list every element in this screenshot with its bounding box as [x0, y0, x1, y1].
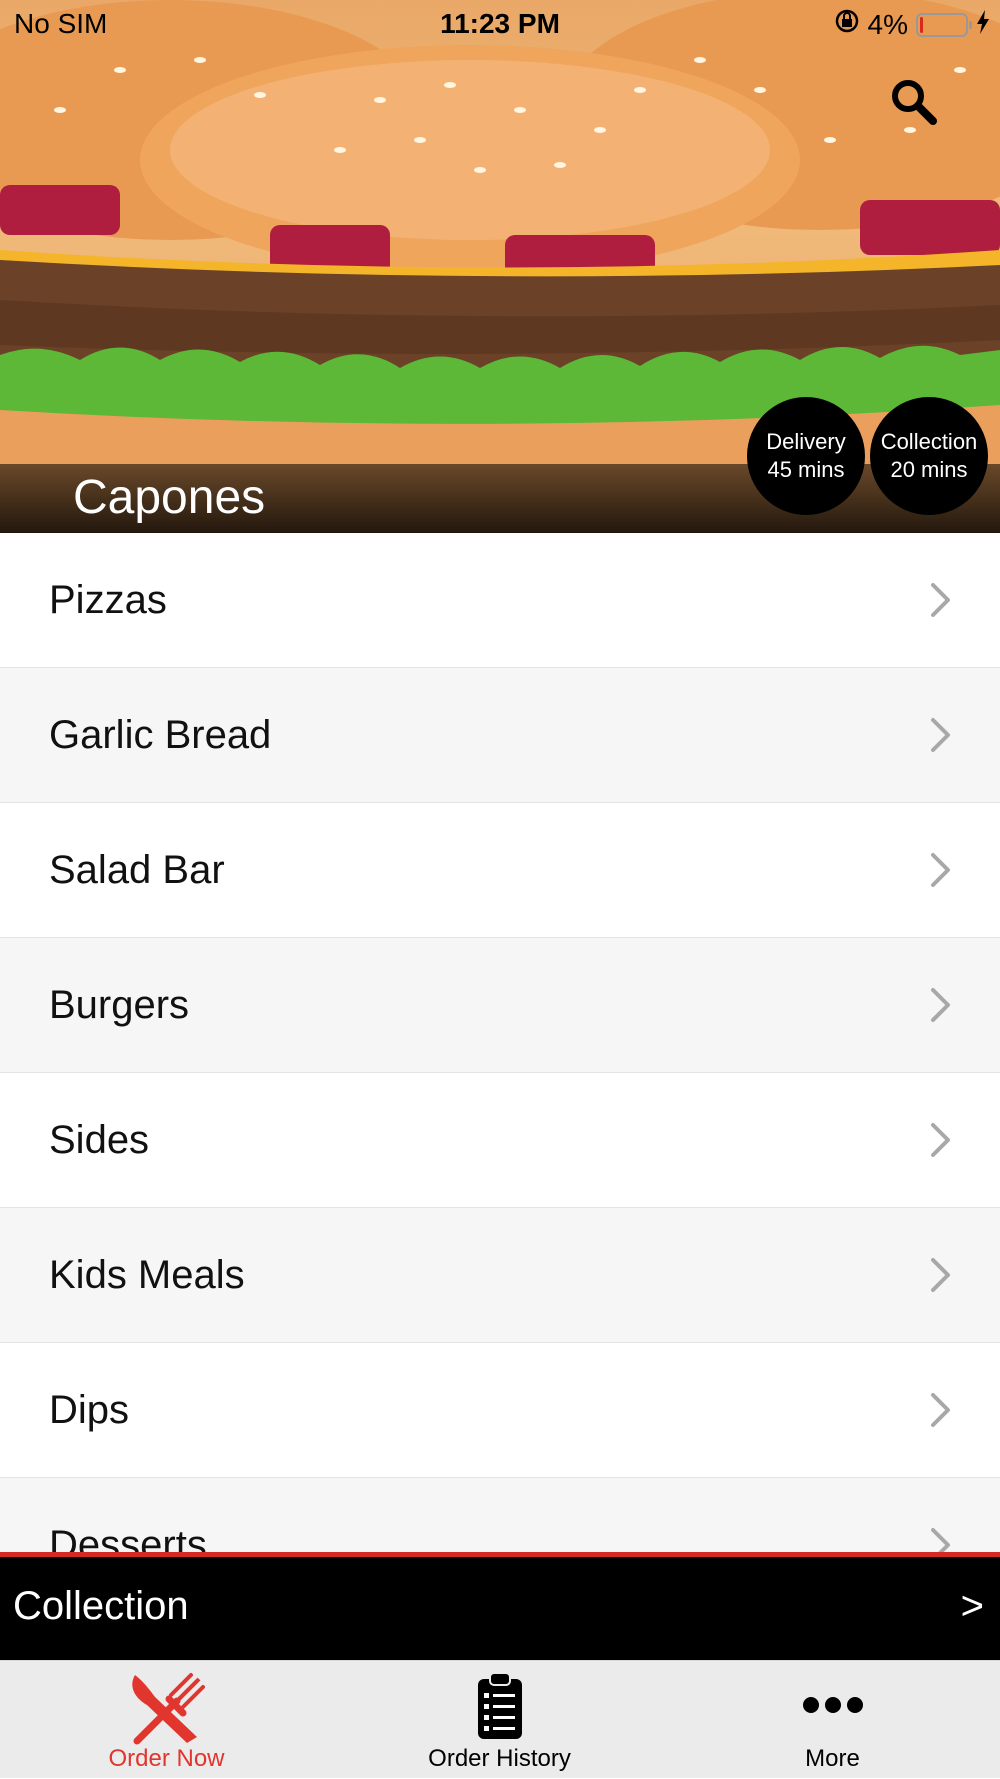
clipboard-list-icon	[477, 1672, 522, 1739]
tab-order-now[interactable]: Order Now	[0, 1661, 333, 1779]
chevron-right-icon	[931, 1258, 950, 1292]
chevron-right-icon	[931, 988, 950, 1022]
chevron-right-icon	[931, 583, 950, 617]
menu-item-pizzas[interactable]: Pizzas	[0, 533, 1000, 668]
menu-item-burgers[interactable]: Burgers	[0, 938, 1000, 1073]
menu-item-label: Burgers	[49, 982, 190, 1027]
chevron-right-icon	[931, 853, 950, 887]
chevron-right-icon	[931, 1123, 950, 1157]
menu-item-sides[interactable]: Sides	[0, 1073, 1000, 1208]
menu-item-label: Sides	[49, 1117, 150, 1162]
tab-order-now-label: Order Now	[108, 1745, 225, 1772]
collection-time-badge: Collection 20 mins	[870, 397, 988, 515]
chevron-right-icon	[931, 718, 950, 752]
more-dots-icon	[802, 1697, 863, 1713]
collection-mode-label: Collection	[13, 1584, 189, 1628]
menu-item-label: Desserts	[49, 1522, 207, 1556]
delivery-label: Delivery	[766, 429, 846, 454]
menu-item-label: Kids Meals	[49, 1252, 245, 1297]
restaurant-name: Capones	[73, 471, 266, 524]
hero-banner: No SIM 11:23 PM 4% Capones Delivery 45 m…	[0, 0, 1000, 533]
collection-time: 20 mins	[890, 457, 968, 482]
battery-icon	[916, 12, 972, 37]
search-icon	[892, 80, 937, 125]
menu-item-salad-bar[interactable]: Salad Bar	[0, 803, 1000, 938]
tab-more[interactable]: More	[666, 1661, 999, 1779]
delivery-time-badge: Delivery 45 mins	[747, 397, 865, 515]
tab-order-history-label: Order History	[428, 1745, 571, 1772]
search-button[interactable]	[888, 76, 940, 128]
delivery-time: 45 mins	[767, 457, 845, 482]
charging-icon	[976, 9, 990, 41]
collection-mode-bar[interactable]: Collection >	[0, 1552, 1000, 1660]
tab-bar: Order Now Order History More	[0, 1660, 1000, 1778]
orientation-lock-icon	[834, 8, 860, 41]
collection-label: Collection	[880, 429, 978, 454]
menu-item-label: Dips	[49, 1387, 130, 1432]
battery-percent: 4%	[867, 8, 908, 40]
menu-item-desserts[interactable]: Desserts	[0, 1478, 1000, 1555]
menu-item-dips[interactable]: Dips	[0, 1343, 1000, 1478]
chevron-right-icon	[931, 1528, 950, 1555]
tab-order-history[interactable]: Order History	[333, 1661, 666, 1779]
tab-more-label: More	[805, 1745, 860, 1772]
menu-item-kids-meals[interactable]: Kids Meals	[0, 1208, 1000, 1343]
fork-knife-icon	[131, 1673, 205, 1745]
status-right: 4%	[834, 8, 990, 41]
menu-category-list: Pizzas Garlic Bread Salad Bar Burgers Si…	[0, 533, 1000, 1555]
status-bar: No SIM 11:23 PM 4%	[0, 0, 1000, 50]
menu-item-garlic-bread[interactable]: Garlic Bread	[0, 668, 1000, 803]
chevron-right-icon	[931, 1393, 950, 1427]
menu-item-label: Pizzas	[49, 577, 167, 622]
menu-item-label: Garlic Bread	[49, 712, 272, 757]
collection-arrow: >	[960, 1584, 984, 1628]
menu-item-label: Salad Bar	[49, 847, 225, 892]
